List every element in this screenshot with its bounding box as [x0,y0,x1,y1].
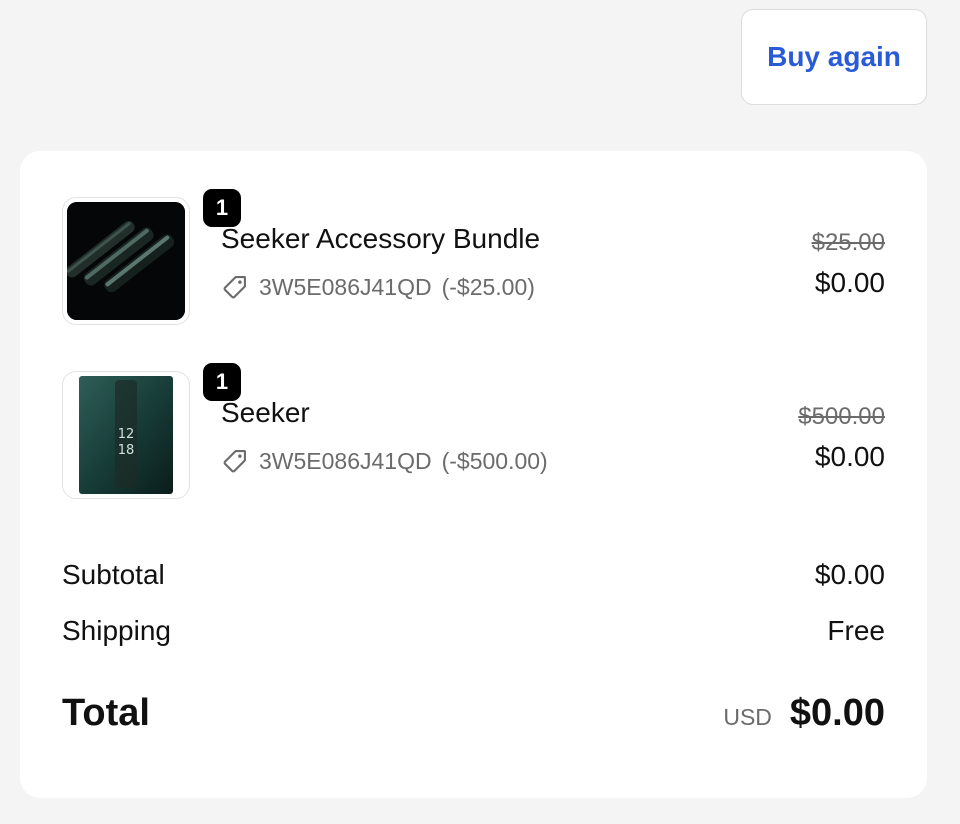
currency-code: USD [723,704,772,730]
original-price: $25.00 [811,229,885,256]
discount-line: 3W5E086J41QD (-$500.00) [221,447,548,475]
item-name: Seeker Accessory Bundle [221,223,541,254]
shipping-label: Shipping [62,615,171,646]
product-image [67,202,185,320]
phone-image: 12 18 [67,376,185,494]
phones-image [67,202,185,320]
product-image: 12 18 [67,376,185,494]
svg-text:18: 18 [118,443,135,458]
buy-again-button[interactable]: Buy again [741,9,927,105]
subtotal-value: $0.00 [814,559,885,590]
final-price: $0.00 [814,441,885,472]
discount-amount: (-$25.00) [441,273,535,300]
total-value: $0.00 [789,692,885,734]
product-thumbnail: 1 [62,186,244,325]
discount-code: 3W5E086J41QD [259,447,432,474]
total-label: Total [62,692,150,734]
order-summary-card: 1 Seeker Accessory Bundle 3W5E086J41QD (… [20,151,927,798]
product-thumbnail: 12 18 1 [62,360,244,499]
discount-amount: (-$500.00) [441,447,548,474]
item-name: Seeker [221,397,310,428]
line-item: 12 18 1 Seeker 3W5E086J41QD (-$500.00) $… [20,360,927,501]
discount-line: 3W5E086J41QD (-$25.00) [221,273,535,301]
tag-icon [223,276,246,299]
subtotal-label: Subtotal [62,559,165,590]
tag-icon [223,450,246,473]
svg-text:12: 12 [118,427,135,442]
line-item: 1 Seeker Accessory Bundle 3W5E086J41QD (… [20,186,927,327]
final-price: $0.00 [814,267,885,298]
shipping-value: Free [827,615,885,646]
original-price: $500.00 [798,403,885,430]
discount-code: 3W5E086J41QD [259,273,432,300]
total-amount: USD $0.00 [723,692,885,735]
